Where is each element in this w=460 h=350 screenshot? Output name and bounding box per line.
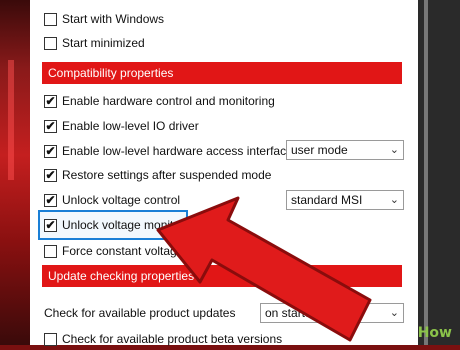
io-driver-checkbox[interactable]: ✔ [44, 119, 57, 133]
access-mode-select[interactable]: user mode ⌄ [286, 140, 404, 160]
voltage-control-checkbox[interactable]: ✔ [44, 193, 57, 207]
wikihow-watermark: wikiHow [386, 325, 452, 341]
restore-settings-row[interactable]: ✔ Restore settings after suspended mode [44, 166, 271, 184]
restore-settings-checkbox[interactable]: ✔ [44, 168, 57, 182]
start-with-windows-label: Start with Windows [62, 12, 165, 26]
hw-access-row[interactable]: ✔ Enable low-level hardware access inter… [44, 142, 293, 160]
force-voltage-checkbox[interactable] [44, 244, 57, 258]
hw-access-label: Enable low-level hardware access interfa… [62, 144, 293, 158]
pointer-arrow-icon [156, 196, 372, 342]
hw-access-checkbox[interactable]: ✔ [44, 144, 57, 158]
wikihow-how-text: How [417, 325, 452, 341]
hw-control-checkbox[interactable]: ✔ [44, 94, 57, 108]
start-with-windows-row[interactable]: Start with Windows [44, 10, 164, 28]
scroll-edge [424, 0, 428, 345]
chevron-down-icon: ⌄ [389, 144, 399, 156]
chevron-down-icon: ⌄ [389, 194, 399, 206]
io-driver-label: Enable low-level IO driver [62, 119, 199, 133]
hw-control-label: Enable hardware control and monitoring [62, 94, 275, 108]
wikihow-wiki-text: wiki [385, 325, 418, 341]
io-driver-row[interactable]: ✔ Enable low-level IO driver [44, 117, 199, 135]
voltage-monitoring-checkbox[interactable]: ✔ [44, 218, 57, 232]
right-background [418, 0, 460, 345]
left-background [0, 0, 30, 345]
start-minimized-label: Start minimized [62, 36, 145, 50]
restore-settings-label: Restore settings after suspended mode [62, 168, 272, 182]
beta-check-checkbox[interactable] [44, 332, 57, 346]
hw-control-row[interactable]: ✔ Enable hardware control and monitoring [44, 92, 275, 110]
left-strip-bar [8, 60, 14, 180]
chevron-down-icon: ⌄ [389, 307, 399, 319]
start-minimized-row[interactable]: Start minimized [44, 34, 145, 52]
compatibility-header: Compatibility properties [42, 62, 402, 84]
start-with-windows-checkbox[interactable] [44, 12, 57, 26]
start-minimized-checkbox[interactable] [44, 36, 57, 50]
access-mode-value: user mode [291, 143, 348, 157]
